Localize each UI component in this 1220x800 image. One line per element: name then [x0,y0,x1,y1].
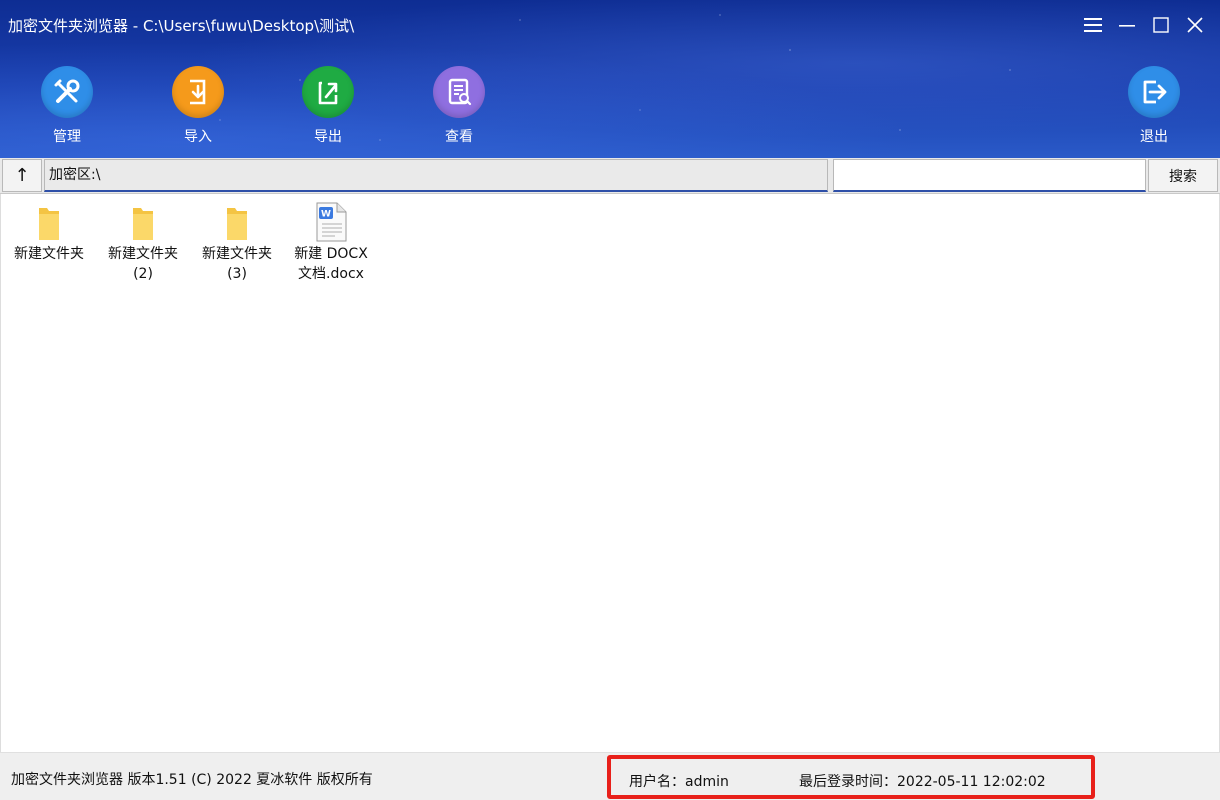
up-directory-button[interactable]: ↑ [2,159,42,192]
search-input[interactable] [833,159,1146,192]
logout-icon [1128,66,1180,118]
app-header: 加密文件夹浏览器 - C:\Users\fuwu\Desktop\测试\ 管理 … [0,0,1220,158]
svg-text:W: W [321,210,331,220]
import-icon [172,66,224,118]
window-controls [1078,10,1210,40]
login-info-highlight: 用户名：admin 最后登录时间：2022-05-11 12:02:02 [607,755,1095,799]
close-icon[interactable] [1180,10,1210,40]
window-title: 加密文件夹浏览器 - C:\Users\fuwu\Desktop\测试\ [8,17,355,35]
minimize-icon[interactable] [1112,10,1142,40]
view-label: 查看 [445,129,473,145]
import-button[interactable]: 导入 [153,66,243,146]
maximize-icon[interactable] [1146,10,1176,40]
tools-icon [41,66,93,118]
address-bar: ↑ 加密区:\ 搜索 [0,158,1220,194]
file-item-folder-3[interactable]: 新建文件夹 (3) [192,198,282,284]
app-version-info: 加密文件夹浏览器 版本1.51 (C) 2022 夏冰软件 版权所有 [11,772,373,788]
view-button[interactable]: 查看 [414,66,504,146]
file-name: 新建文件夹 (3) [202,246,272,282]
title-bar: 加密文件夹浏览器 - C:\Users\fuwu\Desktop\测试\ [0,0,1220,50]
folder-icon [4,198,94,242]
logout-button[interactable]: 退出 [1109,66,1199,146]
file-item-folder-2[interactable]: 新建文件夹 (2) [98,198,188,284]
last-login-label: 最后登录时间：2022-05-11 12:02:02 [799,774,1046,790]
export-button[interactable]: 导出 [283,66,373,146]
search-button[interactable]: 搜索 [1148,159,1218,192]
username-label: 用户名：admin [629,774,729,790]
file-item-folder-1[interactable]: 新建文件夹 [4,198,94,264]
file-name: 新建 DOCX 文档.docx [294,246,368,282]
export-label: 导出 [314,129,342,145]
file-name: 新建文件夹 [14,246,84,262]
logout-label: 退出 [1140,129,1168,145]
path-field[interactable]: 加密区:\ [44,159,828,192]
word-document-icon: W [286,198,376,242]
export-icon [302,66,354,118]
import-label: 导入 [184,129,212,145]
file-item-docx[interactable]: W 新建 DOCX 文档.docx [286,198,376,284]
manage-label: 管理 [53,129,81,145]
status-bar: 加密文件夹浏览器 版本1.51 (C) 2022 夏冰软件 版权所有 用户名：a… [0,752,1220,800]
manage-button[interactable]: 管理 [22,66,112,146]
menu-icon[interactable] [1078,10,1108,40]
file-name: 新建文件夹 (2) [108,246,178,282]
file-list-area[interactable]: 新建文件夹 新建文件夹 (2) 新建文件夹 (3) W 新建 DOCX 文档.d… [0,194,1220,752]
folder-icon [98,198,188,242]
folder-icon [192,198,282,242]
view-document-icon [433,66,485,118]
